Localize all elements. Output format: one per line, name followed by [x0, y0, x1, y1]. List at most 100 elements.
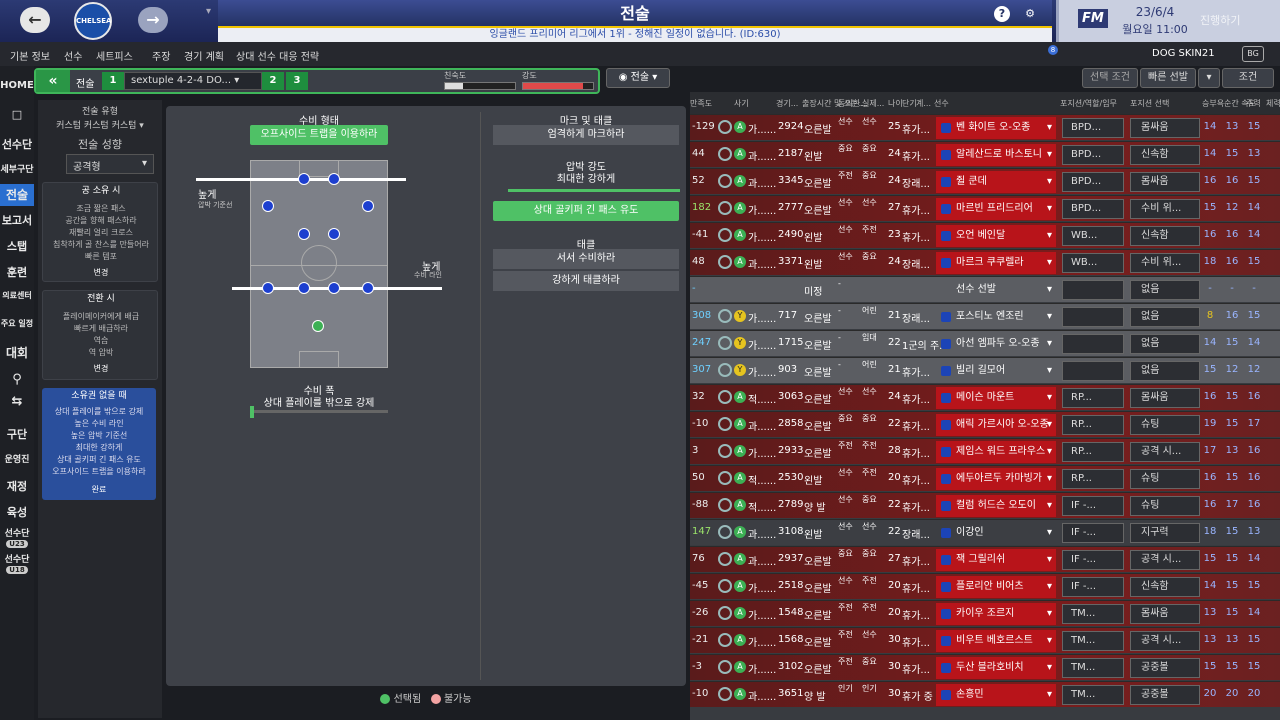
chevron-down-icon[interactable]: ▾: [1047, 333, 1052, 355]
chevron-down-icon[interactable]: ▾: [1047, 171, 1052, 193]
duty-select[interactable]: 없음: [1130, 307, 1200, 327]
offside-trap-button[interactable]: 오프사이드 트랩을 이용하라: [250, 125, 388, 145]
player-name-cell[interactable]: 선수 선발 ▾: [936, 279, 1056, 301]
table-row[interactable]: -10 A 과...... 3651 양 발 인기 인기 30 휴가 중 손흥민 ▾ TM... 공중볼…: [690, 681, 1280, 707]
player-name-cell[interactable]: 에두아르두 카마빙가 ▾: [936, 468, 1056, 490]
duty-select[interactable]: 공격 시...: [1130, 442, 1200, 462]
table-row[interactable]: 52 A 과...... 3345 오른발 주전 중요 24 장래... 쥘 쿤데 ▾ BPD... 몸…: [690, 168, 1280, 194]
table-row[interactable]: 50 A 적...... 2530 왼발 선수 주전 20 휴가... 에두아르두 카마빙가 ▾ RP…: [690, 465, 1280, 491]
table-row[interactable]: 308 Y 가...... 717 오른발 - 어린 21 장래... 포스티노 엔조린 ▾ 없음 8 1…: [690, 303, 1280, 329]
chevron-down-icon[interactable]: ▾: [1047, 549, 1052, 571]
column-header[interactable]: 단기: [902, 98, 917, 109]
duty-select[interactable]: 수비 위...: [1130, 253, 1200, 273]
nav-competitions[interactable]: 대회: [0, 344, 34, 361]
column-header[interactable]: 포지션/역할/임무: [1060, 98, 1117, 109]
menu-item-match-plan[interactable]: 경기 계획: [184, 48, 224, 63]
role-select[interactable]: BPD...: [1062, 145, 1124, 165]
duty-select[interactable]: 몸싸움: [1130, 172, 1200, 192]
player-name-cell[interactable]: 오언 베인달 ▾: [936, 225, 1056, 247]
chevron-down-icon[interactable]: ▾: [1047, 441, 1052, 463]
tight-marking-button[interactable]: 엄격하게 마크하라: [493, 125, 679, 145]
duty-select[interactable]: 수비 위...: [1130, 199, 1200, 219]
chevron-down-icon[interactable]: ▾: [1047, 576, 1052, 598]
nav-development[interactable]: 육성: [0, 504, 34, 520]
chevron-down-icon[interactable]: ▾: [1047, 495, 1052, 517]
search-icon[interactable]: ⚲: [0, 372, 34, 387]
gk-long-pass-button[interactable]: 상대 골키퍼 긴 패스 유도: [493, 201, 679, 221]
duty-select[interactable]: 공중볼: [1130, 658, 1200, 678]
continue-button[interactable]: 진행하기: [1200, 12, 1240, 28]
forward-arrow-icon[interactable]: →: [138, 7, 168, 33]
duty-select[interactable]: 슈팅: [1130, 496, 1200, 516]
duty-select[interactable]: 슈팅: [1130, 469, 1200, 489]
quick-pick-button[interactable]: 빠른 선발: [1140, 68, 1196, 88]
nav-board[interactable]: 운영진: [0, 452, 34, 465]
duty-select[interactable]: 없음: [1130, 334, 1200, 354]
nav-medical[interactable]: 의료센터: [0, 290, 34, 301]
duty-select[interactable]: 슈팅: [1130, 415, 1200, 435]
chevron-down-icon[interactable]: ▾: [1047, 252, 1052, 274]
menu-item-captain[interactable]: 주장: [152, 48, 170, 63]
player-name-cell[interactable]: 쥘 쿤데 ▾: [936, 171, 1056, 193]
mentality-select[interactable]: 공격형 ▾: [66, 154, 154, 174]
role-select[interactable]: TM...: [1062, 604, 1124, 624]
column-header[interactable]: 계...: [916, 98, 931, 109]
player-name-cell[interactable]: 제임스 워드 프라우스 ▾: [936, 441, 1056, 463]
column-header[interactable]: 체력: [1266, 98, 1280, 109]
table-row[interactable]: 32 A 적...... 3063 오른발 선수 선수 24 휴가... 메이슨 마운트 ▾ RP..…: [690, 384, 1280, 410]
role-select[interactable]: IF -...: [1062, 577, 1124, 597]
table-row[interactable]: 182 A 가...... 2777 오른발 선수 선수 27 휴가... 마르빈 프리드리어 ▾ B…: [690, 195, 1280, 221]
table-row[interactable]: 76 A 과...... 2937 오른발 중요 중요 27 휴가... 잭 그릴리쉬 ▾ IF -.…: [690, 546, 1280, 572]
column-header[interactable]: 만족도: [690, 98, 712, 109]
settings-icon[interactable]: ⚙: [1022, 6, 1038, 22]
player-name-cell[interactable]: 포스티노 엔조린 ▾: [936, 306, 1056, 328]
duty-select[interactable]: 공격 시...: [1130, 631, 1200, 651]
player-name-cell[interactable]: 이강인 ▾: [936, 522, 1056, 544]
column-header[interactable]: 포지션 선택: [1130, 98, 1169, 109]
chevron-down-icon[interactable]: ▾: [1047, 414, 1052, 436]
role-select[interactable]: [1062, 307, 1124, 327]
table-row[interactable]: 44 A 과...... 2187 왼발 중요 중요 24 휴가... 알레산드로 바스토니 ▾ BP…: [690, 141, 1280, 167]
chevron-down-icon[interactable]: ▾: [1047, 306, 1052, 328]
table-row[interactable]: -3 A 가...... 3102 오른발 주전 중요 30 휴가... 두산 블라호비치 ▾ TM.…: [690, 654, 1280, 680]
style-select[interactable]: 커스텀 커스텀 커스텀 ▾: [38, 118, 162, 131]
column-header[interactable]: 승부욕: [1202, 98, 1224, 109]
role-select[interactable]: BPD...: [1062, 199, 1124, 219]
player-name-cell[interactable]: 알레산드로 바스토니 ▾: [936, 144, 1056, 166]
player-name-cell[interactable]: 비우트 베호르스트 ▾: [936, 630, 1056, 652]
role-select[interactable]: RP...: [1062, 442, 1124, 462]
nav-staff[interactable]: 스탭: [0, 238, 34, 254]
column-header[interactable]: 실제...: [862, 98, 884, 109]
menu-item-setpieces[interactable]: 세트피스: [96, 48, 133, 63]
table-row[interactable]: -41 A 가...... 2490 왼발 선수 주전 23 휴가... 오언 베인달 ▾ WB...…: [690, 222, 1280, 248]
player-name-cell[interactable]: 두산 블라호비치 ▾: [936, 657, 1056, 679]
formation-select[interactable]: sextuple 4-2-4 DO... ▾: [124, 72, 262, 90]
nav-tactics[interactable]: 전술: [0, 184, 34, 206]
player-name-cell[interactable]: 컬럼 허드슨 오도이 ▾: [936, 495, 1056, 517]
tactic-slot-1[interactable]: 1: [102, 72, 124, 90]
role-select[interactable]: [1062, 361, 1124, 381]
nav-reports[interactable]: 보고서: [0, 212, 34, 228]
transfer-icon[interactable]: ⇆: [0, 394, 34, 409]
menu-item-players[interactable]: 선수: [64, 48, 82, 63]
player-name-cell[interactable]: 마르크 쿠쿠렐라 ▾: [936, 252, 1056, 274]
player-name-cell[interactable]: 빌리 길모어 ▾: [936, 360, 1056, 382]
player-name-cell[interactable]: 애릭 가르시아 오-오종 ▾: [936, 414, 1056, 436]
nav-squad[interactable]: 선수단: [0, 136, 34, 152]
tactic-slot-3[interactable]: 3: [286, 72, 308, 90]
player-name-cell[interactable]: 플로리안 비어츠 ▾: [936, 576, 1056, 598]
chevron-down-icon[interactable]: ▾: [1047, 279, 1052, 301]
status-message[interactable]: 잉글랜드 프리미어 리그에서 1위 - 정해진 일정이 없습니다. (ID:63…: [218, 28, 1052, 42]
player-name-cell[interactable]: 마르빈 프리드리어 ▾: [936, 198, 1056, 220]
role-select[interactable]: WB...: [1062, 226, 1124, 246]
player-name-cell[interactable]: 벤 화이트 오-오종 ▾: [936, 117, 1056, 139]
press-slider[interactable]: [508, 189, 680, 192]
duty-select[interactable]: 신속함: [1130, 226, 1200, 246]
club-crest[interactable]: CHELSEA: [74, 2, 112, 40]
menu-item-overview[interactable]: 기본 정보: [10, 48, 50, 63]
column-header[interactable]: 선수: [934, 98, 949, 109]
skin-icon[interactable]: BG: [1242, 46, 1264, 62]
chevron-down-icon[interactable]: ▾: [1047, 144, 1052, 166]
role-select[interactable]: BPD...: [1062, 118, 1124, 138]
role-select[interactable]: [1062, 280, 1124, 300]
